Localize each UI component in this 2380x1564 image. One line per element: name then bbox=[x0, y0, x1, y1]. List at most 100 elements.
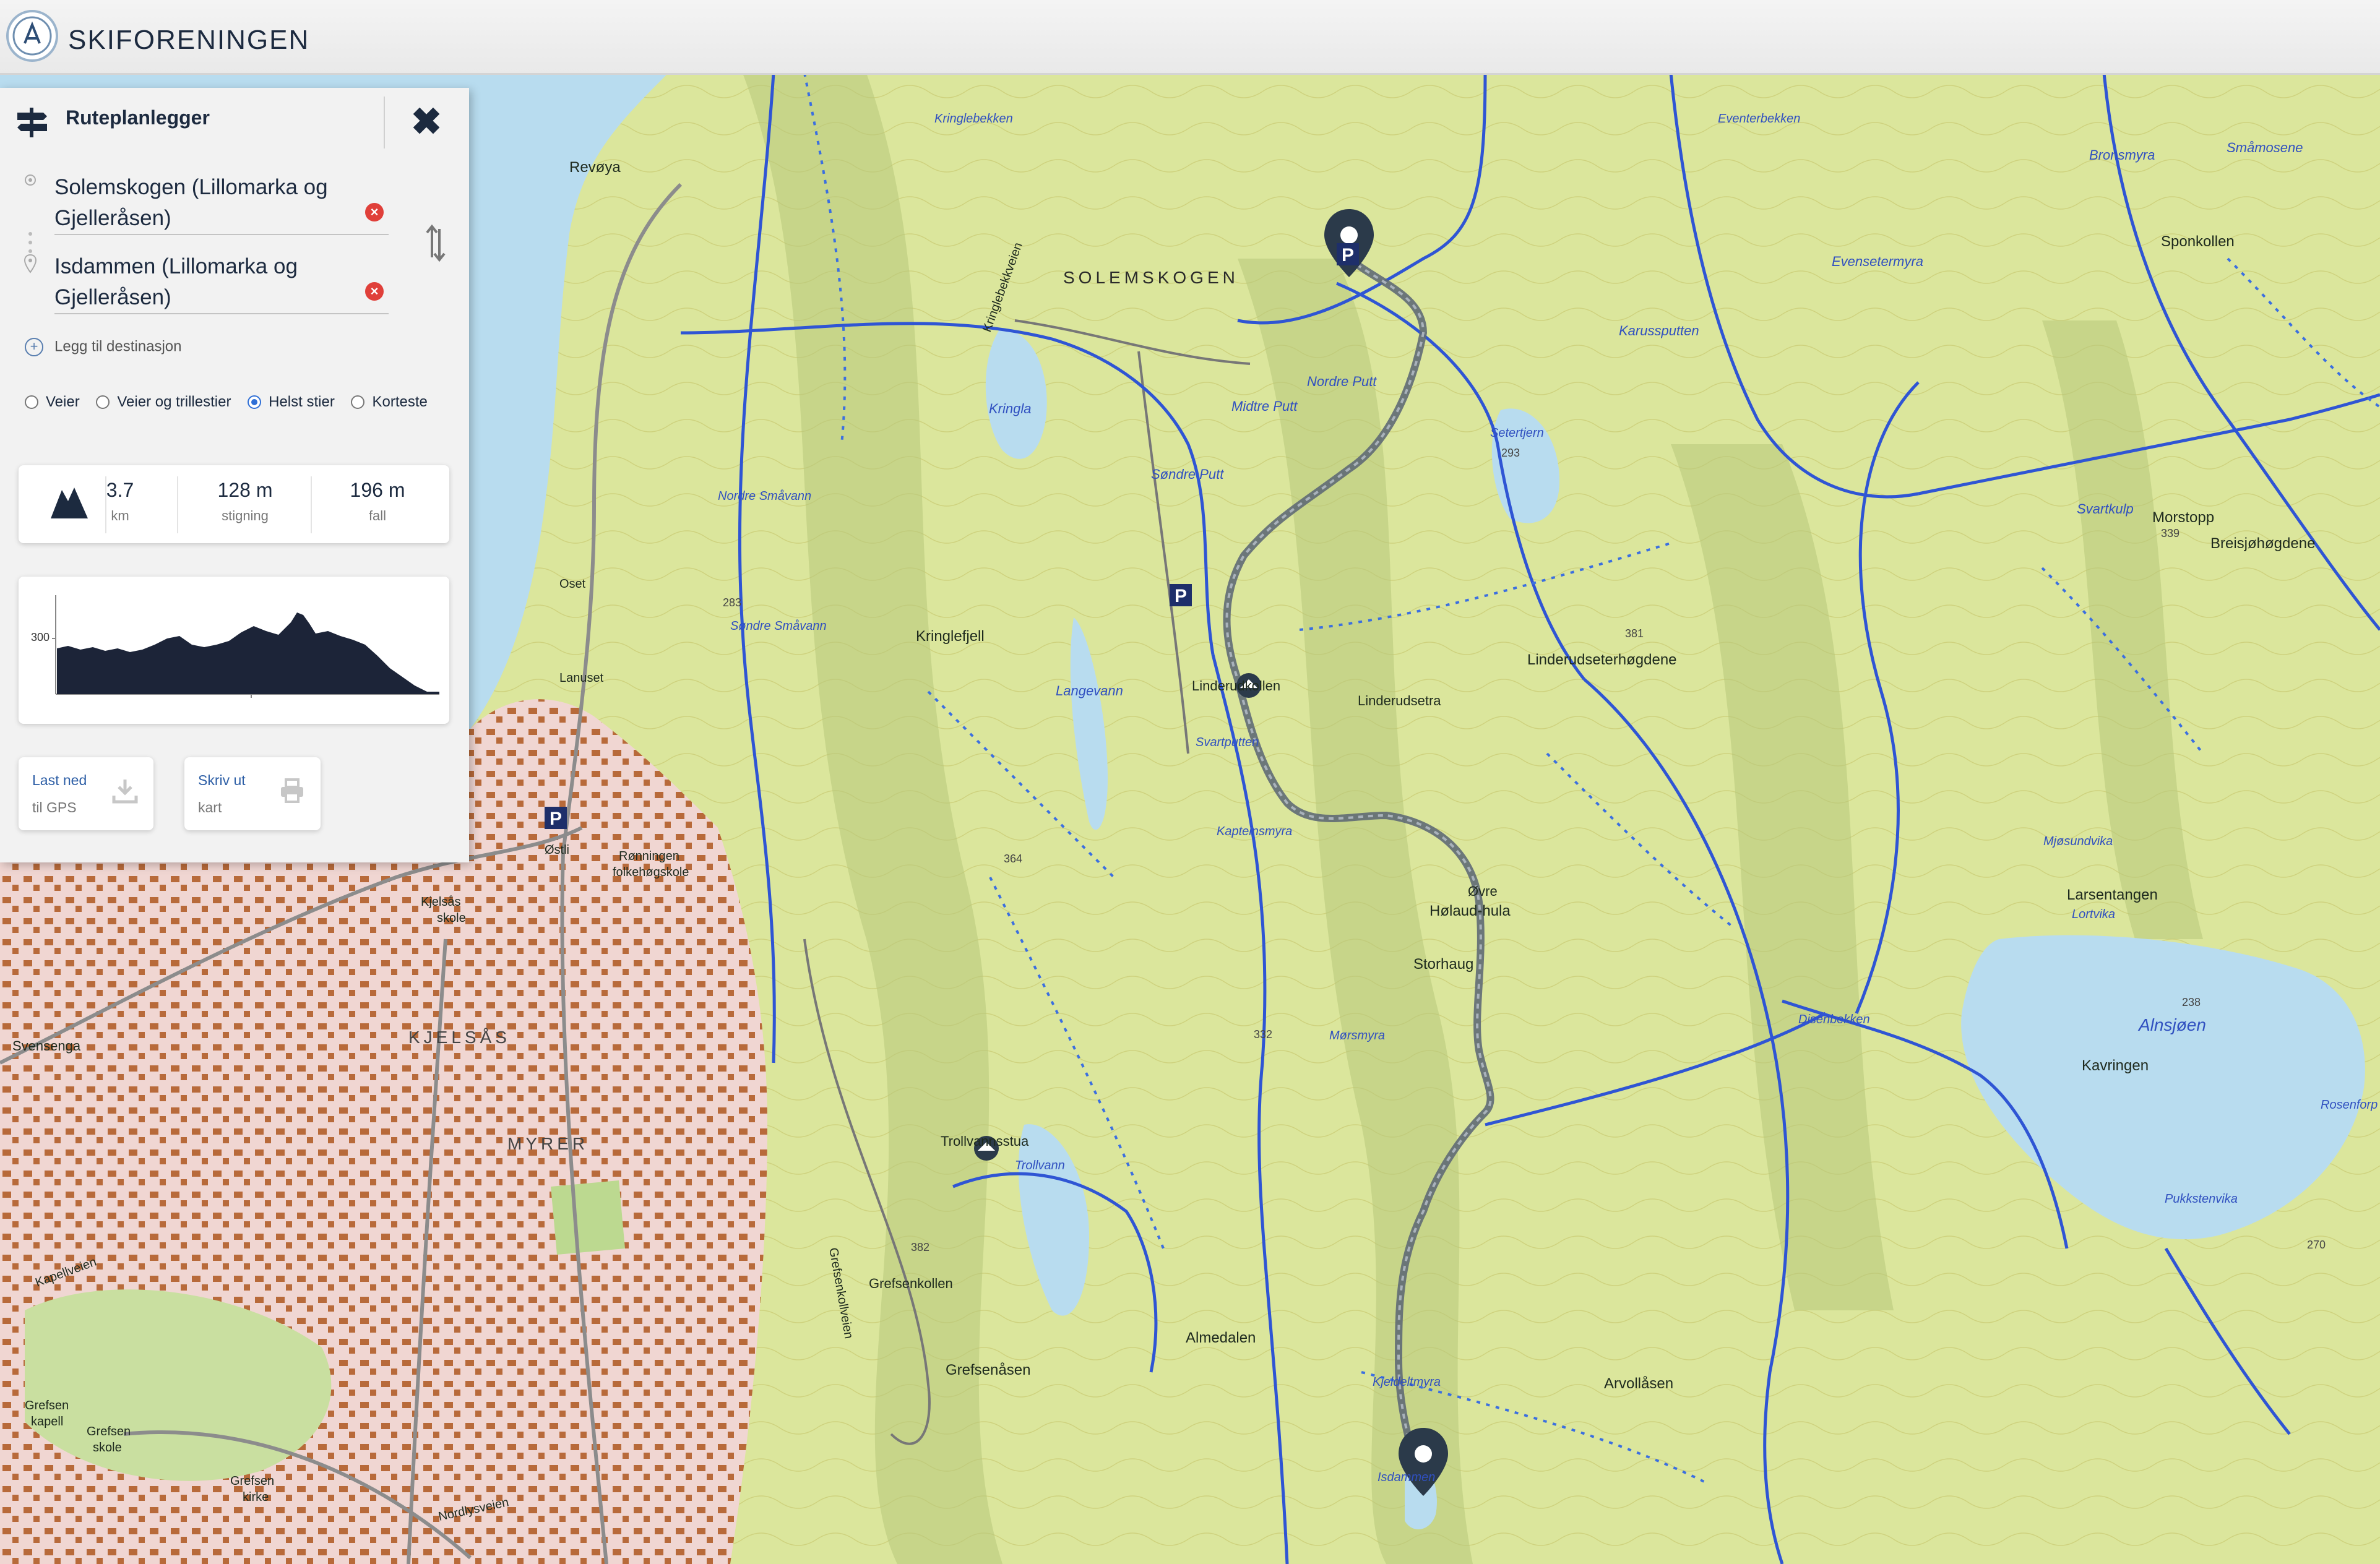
radio-circle[interactable] bbox=[351, 395, 365, 409]
radio-helst-stier[interactable]: Helst stier bbox=[248, 393, 335, 411]
printer-icon bbox=[281, 778, 303, 803]
header-divider bbox=[384, 97, 385, 148]
svg-text:Trollvannsstua: Trollvannsstua bbox=[941, 1133, 1029, 1149]
elevation-profile-chart bbox=[52, 595, 439, 698]
svg-text:Mørsmyra: Mørsmyra bbox=[1329, 1029, 1385, 1042]
origin-marker-icon bbox=[25, 174, 36, 186]
svg-text:Søndre Putt: Søndre Putt bbox=[1151, 466, 1224, 482]
brand-name[interactable]: SKIFORENINGEN bbox=[68, 25, 309, 56]
radio-label: Veier og trillestier bbox=[117, 393, 231, 410]
svg-text:Storhaug: Storhaug bbox=[1413, 956, 1473, 973]
svg-text:Linderudsetra: Linderudsetra bbox=[1358, 693, 1441, 708]
svg-text:Setertjern: Setertjern bbox=[1490, 426, 1544, 440]
panel-header: Ruteplanlegger ✖ bbox=[0, 88, 469, 157]
destination-field-underline bbox=[54, 313, 389, 314]
svg-text:Nordre Småvann: Nordre Småvann bbox=[718, 489, 811, 503]
svg-text:Svartputten: Svartputten bbox=[1196, 736, 1259, 749]
download-gps-button[interactable]: Last ned til GPS bbox=[19, 757, 153, 830]
svg-text:Mjøsundvika: Mjøsundvika bbox=[2043, 835, 2113, 848]
swap-icon[interactable] bbox=[425, 221, 447, 265]
download-label-1: Last ned bbox=[32, 772, 87, 788]
radio-circle[interactable] bbox=[25, 395, 38, 409]
print-label-2: kart bbox=[198, 799, 222, 815]
print-label-1: Skriv ut bbox=[198, 772, 246, 788]
clear-origin-button[interactable]: × bbox=[365, 203, 384, 221]
descent-stat: 196 m fall bbox=[316, 479, 439, 524]
origin-field[interactable]: Solemskogen (Lillomarka og Gjelleråsen) bbox=[54, 172, 389, 234]
add-circle-icon: + bbox=[25, 338, 43, 356]
elevation-profile-card[interactable]: 300 bbox=[19, 577, 449, 724]
svg-text:Kringla: Kringla bbox=[989, 401, 1031, 416]
svg-text:folkehøgskole: folkehøgskole bbox=[613, 866, 689, 879]
radio-veier[interactable]: Veier bbox=[25, 393, 80, 411]
svg-text:Morstopp: Morstopp bbox=[2152, 509, 2214, 526]
ascent-stat: 128 m stigning bbox=[183, 479, 307, 524]
route-planner-panel: Ruteplanlegger ✖ Solemskogen (Lillomarka… bbox=[0, 88, 469, 862]
svg-text:KJELSÅS: KJELSÅS bbox=[408, 1028, 511, 1047]
radio-veier-og-trillestier[interactable]: Veier og trillestier bbox=[96, 393, 231, 411]
svg-text:Breisjøhøgdene: Breisjøhøgdene bbox=[2210, 535, 2315, 552]
radio-circle-selected[interactable] bbox=[248, 395, 262, 409]
ascent-value: 128 m bbox=[217, 479, 273, 501]
svg-text:Grefsenåsen: Grefsenåsen bbox=[946, 1362, 1030, 1378]
signpost-icon bbox=[17, 108, 47, 137]
distance-stat: 3.7 km bbox=[89, 479, 151, 524]
svg-text:Svensenga: Svensenga bbox=[12, 1038, 81, 1054]
destination-field[interactable]: Isdammen (Lillomarka og Gjelleråsen) bbox=[54, 251, 389, 313]
svg-text:382: 382 bbox=[911, 1241, 929, 1253]
print-map-button[interactable]: Skriv ut kart bbox=[184, 757, 321, 830]
descent-value: 196 m bbox=[350, 479, 405, 501]
distance-value: 3.7 bbox=[106, 479, 134, 501]
svg-text:Langevann: Langevann bbox=[1056, 683, 1123, 698]
descent-unit: fall bbox=[368, 508, 387, 523]
top-bar: SKIFORENINGEN bbox=[0, 0, 2380, 75]
panel-title: Ruteplanlegger bbox=[66, 106, 210, 129]
add-destination-link[interactable]: + Legg til destinasjon bbox=[25, 338, 181, 356]
route-type-options: Veier Veier og trillestier Helst stier K… bbox=[25, 393, 440, 413]
radio-circle[interactable] bbox=[96, 395, 110, 409]
svg-text:skole: skole bbox=[93, 1441, 122, 1454]
svg-text:Alnsjøen: Alnsjøen bbox=[2137, 1015, 2206, 1034]
svg-text:Larsentangen: Larsentangen bbox=[2067, 887, 2158, 903]
skiforeningen-logo[interactable] bbox=[6, 10, 58, 62]
svg-text:Bronsmyra: Bronsmyra bbox=[2089, 147, 2155, 163]
svg-text:Midtre Putt: Midtre Putt bbox=[1231, 398, 1298, 414]
radio-label: Korteste bbox=[372, 393, 428, 410]
svg-text:Kapteinsmyra: Kapteinsmyra bbox=[1217, 825, 1292, 838]
svg-text:Pukkstenvika: Pukkstenvika bbox=[2165, 1192, 2238, 1206]
svg-text:238: 238 bbox=[2182, 996, 2201, 1008]
svg-text:Småmosene: Småmosene bbox=[2227, 140, 2303, 155]
svg-text:Rosenforp: Rosenforp bbox=[2321, 1098, 2378, 1112]
ascent-unit: stigning bbox=[222, 508, 269, 523]
svg-text:Øvre: Øvre bbox=[1468, 883, 1498, 899]
svg-text:Nordre Putt: Nordre Putt bbox=[1307, 374, 1377, 389]
svg-text:Linderudseterhøgdene: Linderudseterhøgdene bbox=[1527, 651, 1677, 668]
clear-destination-button[interactable]: × bbox=[365, 282, 384, 301]
svg-text:Oset: Oset bbox=[559, 577, 586, 591]
close-icon[interactable]: ✖ bbox=[405, 100, 448, 144]
origin-field-underline bbox=[54, 234, 389, 235]
svg-text:Lortvika: Lortvika bbox=[2072, 908, 2115, 921]
radio-label: Helst stier bbox=[269, 393, 335, 410]
svg-text:Arvollåsen: Arvollåsen bbox=[1604, 1375, 1673, 1392]
svg-text:Grefsen: Grefsen bbox=[230, 1474, 274, 1488]
radio-korteste[interactable]: Korteste bbox=[351, 393, 428, 411]
svg-text:Trollvann: Trollvann bbox=[1015, 1159, 1065, 1172]
svg-text:339: 339 bbox=[2161, 527, 2180, 539]
destination-pin-icon bbox=[24, 254, 37, 273]
distance-unit: km bbox=[111, 508, 129, 523]
svg-text:Eventerbekken: Eventerbekken bbox=[1718, 112, 1800, 126]
svg-text:P: P bbox=[1342, 245, 1354, 265]
svg-text:Grefsenkollen: Grefsenkollen bbox=[869, 1276, 953, 1291]
stat-divider bbox=[177, 476, 178, 533]
add-destination-label: Legg til destinasjon bbox=[54, 338, 182, 355]
svg-text:Evensetermyra: Evensetermyra bbox=[1832, 254, 1923, 269]
svg-text:Revøya: Revøya bbox=[569, 159, 621, 176]
svg-text:270: 270 bbox=[2307, 1239, 2326, 1251]
svg-text:Kringlebekken: Kringlebekken bbox=[934, 112, 1013, 126]
svg-text:MYRER: MYRER bbox=[507, 1134, 589, 1153]
svg-text:Kjelsås: Kjelsås bbox=[421, 895, 460, 909]
download-label-2: til GPS bbox=[32, 799, 77, 815]
svg-text:Lanuset: Lanuset bbox=[559, 671, 604, 685]
svg-text:skole: skole bbox=[437, 911, 466, 925]
